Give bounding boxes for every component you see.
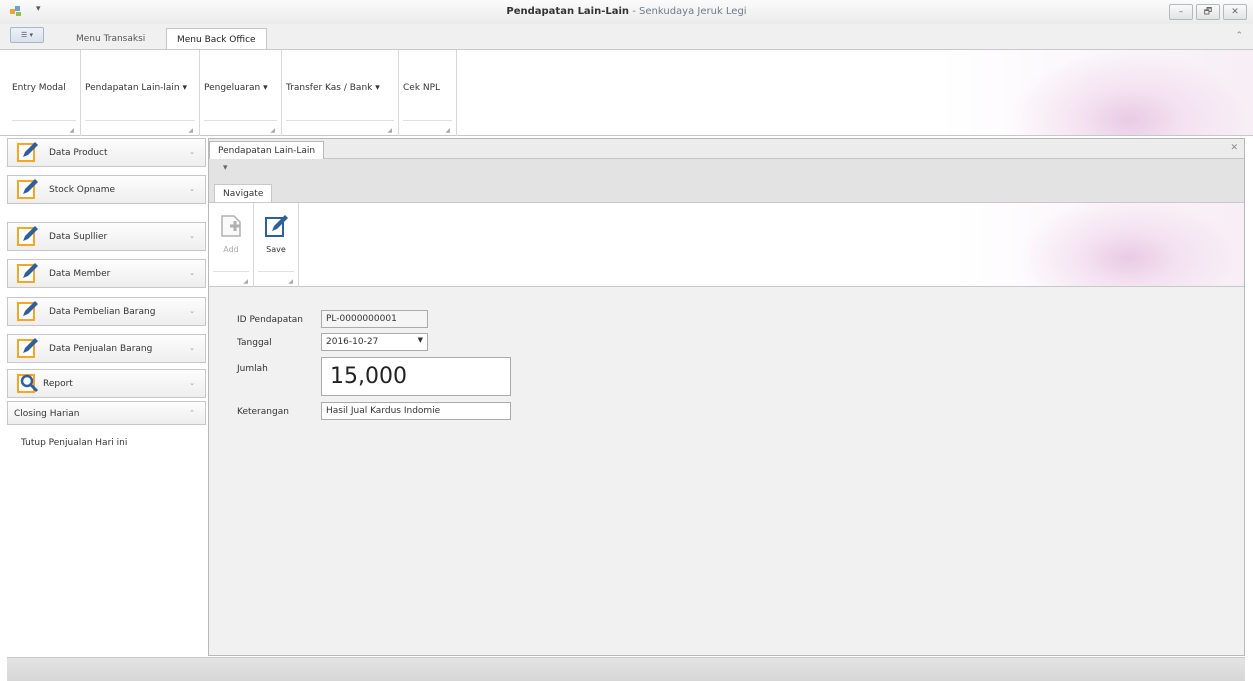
chevron-down-icon: ⌄ — [189, 148, 195, 156]
magnifier-icon — [17, 374, 39, 393]
nav-group-data-member[interactable]: Data Member ⌄ — [7, 259, 206, 288]
id-pendapatan-label: ID Pendapatan — [237, 315, 303, 325]
chevron-down-icon: ⌄ — [189, 379, 195, 387]
nav-group-label: Stock Opname — [49, 185, 116, 195]
add-button[interactable]: Add ◢ — [209, 203, 254, 287]
keterangan-field[interactable]: Hasil Jual Kardus Indomie — [321, 402, 511, 420]
ribbon-tab-strip: ☰ ▾ Menu Transaksi Menu Back Office ⌃ — [0, 24, 1253, 49]
window-title: Pendapatan Lain-Lain - Senkudaya Jeruk L… — [0, 6, 1253, 17]
pencil-icon — [17, 226, 38, 246]
save-pencil-icon — [265, 215, 288, 237]
button-group-footer: ◢ — [213, 271, 249, 287]
ribbon-panel: Entry Modal ◢ Pendapatan Lain-lain ▾ ◢ P… — [0, 49, 1253, 136]
tab-pendapatan-lain-lain[interactable]: Pendapatan Lain-Lain — [209, 141, 325, 159]
tanggal-date-picker[interactable]: 2016-10-27 ▼ — [321, 333, 428, 351]
chevron-down-icon: ⌄ — [189, 344, 195, 352]
pengeluaran-button[interactable]: Pengeluaran ▾ — [204, 83, 268, 93]
nav-group-data-pembelian-barang[interactable]: Data Pembelian Barang ⌄ — [7, 297, 206, 326]
document-area: Pendapatan Lain-Lain ✕ ▾ Navigate Add ◢ … — [208, 138, 1245, 656]
tab-navigate[interactable]: Navigate — [214, 184, 273, 203]
minimize-ribbon-icon[interactable]: ⌃ — [1235, 31, 1243, 41]
pencil-icon — [17, 142, 38, 162]
dropdown-arrow-icon[interactable]: ▼ — [418, 336, 423, 344]
window-title-main: Pendapatan Lain-Lain — [506, 6, 630, 17]
group-launcher-icon[interactable]: ◢ — [387, 127, 392, 134]
inner-ribbon-panel: Add ◢ Save ◢ — [209, 202, 1244, 287]
chevron-up-icon: ⌃ — [189, 409, 195, 417]
inner-ribbon-tabs: ▾ Navigate — [209, 159, 1244, 203]
nav-group-data-penjualan-barang[interactable]: Data Penjualan Barang ⌄ — [7, 334, 206, 363]
nav-group-data-supllier[interactable]: Data Supllier ⌄ — [7, 222, 206, 251]
document-tab-bar: Pendapatan Lain-Lain ✕ — [209, 139, 1244, 159]
application-menu-button[interactable]: ☰ ▾ — [10, 27, 44, 43]
id-pendapatan-field[interactable]: PL-0000000001 — [321, 310, 428, 328]
group-launcher-icon[interactable]: ◢ — [288, 278, 293, 285]
inner-quick-access-dropdown[interactable]: ▾ — [223, 163, 228, 173]
ribbon-group-footer: ◢ — [286, 120, 394, 136]
title-bar: ▾ Pendapatan Lain-Lain - Senkudaya Jeruk… — [0, 0, 1253, 24]
group-launcher-icon[interactable]: ◢ — [445, 127, 450, 134]
chevron-down-icon: ⌄ — [189, 232, 195, 240]
ribbon-group-pendapatan: Pendapatan Lain-lain ▾ ◢ — [81, 50, 200, 136]
entry-modal-button[interactable]: Entry Modal — [12, 83, 66, 93]
save-button-label: Save — [266, 245, 286, 254]
pencil-icon — [17, 338, 38, 358]
nav-group-data-product[interactable]: Data Product ⌄ — [7, 138, 206, 167]
navigation-sidebar: Data Product ⌄ Stock Opname ⌄ Data Supll… — [7, 138, 206, 656]
nav-group-label: Data Member — [49, 269, 111, 279]
nav-group-label: Data Pembelian Barang — [49, 307, 156, 317]
save-button[interactable]: Save ◢ — [254, 203, 299, 287]
group-launcher-icon[interactable]: ◢ — [69, 127, 74, 134]
ribbon-group-transfer: Transfer Kas / Bank ▾ ◢ — [282, 50, 399, 136]
nav-item-tutup-penjualan[interactable]: Tutup Penjualan Hari ini — [21, 438, 127, 448]
tab-menu-transaksi[interactable]: Menu Transaksi — [66, 28, 155, 49]
jumlah-field[interactable]: 15,000 — [321, 357, 511, 396]
tanggal-value: 2016-10-27 — [326, 337, 379, 347]
ribbon-group-footer: ◢ — [403, 120, 452, 136]
chevron-down-icon: ⌄ — [189, 185, 195, 193]
group-launcher-icon[interactable]: ◢ — [243, 278, 248, 285]
transfer-kas-bank-button[interactable]: Transfer Kas / Bank ▾ — [286, 83, 380, 93]
minimize-button[interactable]: – — [1169, 4, 1193, 20]
ribbon-group-footer: ◢ — [12, 120, 76, 136]
window-title-separator: - — [632, 6, 636, 17]
group-launcher-icon[interactable]: ◢ — [188, 127, 193, 134]
chevron-down-icon: ⌄ — [189, 269, 195, 277]
close-button[interactable]: ✕ — [1223, 4, 1247, 20]
close-icon[interactable]: ✕ — [1230, 143, 1238, 153]
add-button-label: Add — [223, 245, 239, 254]
pencil-icon — [17, 179, 38, 199]
restore-button[interactable]: 🗗 — [1196, 4, 1220, 20]
nav-group-label: Data Penjualan Barang — [49, 344, 153, 354]
tanggal-label: Tanggal — [237, 338, 272, 348]
tab-menu-back-office[interactable]: Menu Back Office — [166, 28, 267, 49]
pencil-icon — [17, 301, 38, 321]
nav-group-report[interactable]: Report ⌄ — [7, 369, 206, 398]
ribbon-group-cek-npl: Cek NPL ◢ — [399, 50, 457, 136]
chevron-down-icon: ⌄ — [189, 307, 195, 315]
nav-group-label: Data Product — [49, 148, 108, 158]
pendapatan-lain-lain-button[interactable]: Pendapatan Lain-lain ▾ — [85, 83, 187, 93]
ribbon-group-footer: ◢ — [204, 120, 277, 136]
nav-group-label: Report — [43, 379, 73, 389]
group-launcher-icon[interactable]: ◢ — [270, 127, 275, 134]
nav-group-label: Closing Harian — [14, 409, 80, 419]
nav-group-closing-harian[interactable]: Closing Harian ⌃ — [7, 401, 206, 425]
add-icon — [221, 215, 241, 237]
button-group-footer: ◢ — [258, 271, 294, 287]
pencil-icon — [17, 263, 38, 283]
window-controls: – 🗗 ✕ — [1169, 4, 1247, 20]
jumlah-label: Jumlah — [237, 364, 268, 374]
ribbon-group-entry-modal: Entry Modal ◢ — [8, 50, 81, 136]
ribbon-group-pengeluaran: Pengeluaran ▾ ◢ — [200, 50, 282, 136]
nav-group-stock-opname[interactable]: Stock Opname ⌄ — [7, 175, 206, 204]
ribbon-group-footer: ◢ — [85, 120, 195, 136]
nav-group-label: Data Supllier — [49, 232, 108, 242]
keterangan-label: Keterangan — [237, 407, 289, 417]
window-title-sub: Senkudaya Jeruk Legi — [639, 6, 747, 17]
cek-npl-button[interactable]: Cek NPL — [403, 83, 440, 93]
status-bar — [7, 657, 1245, 681]
